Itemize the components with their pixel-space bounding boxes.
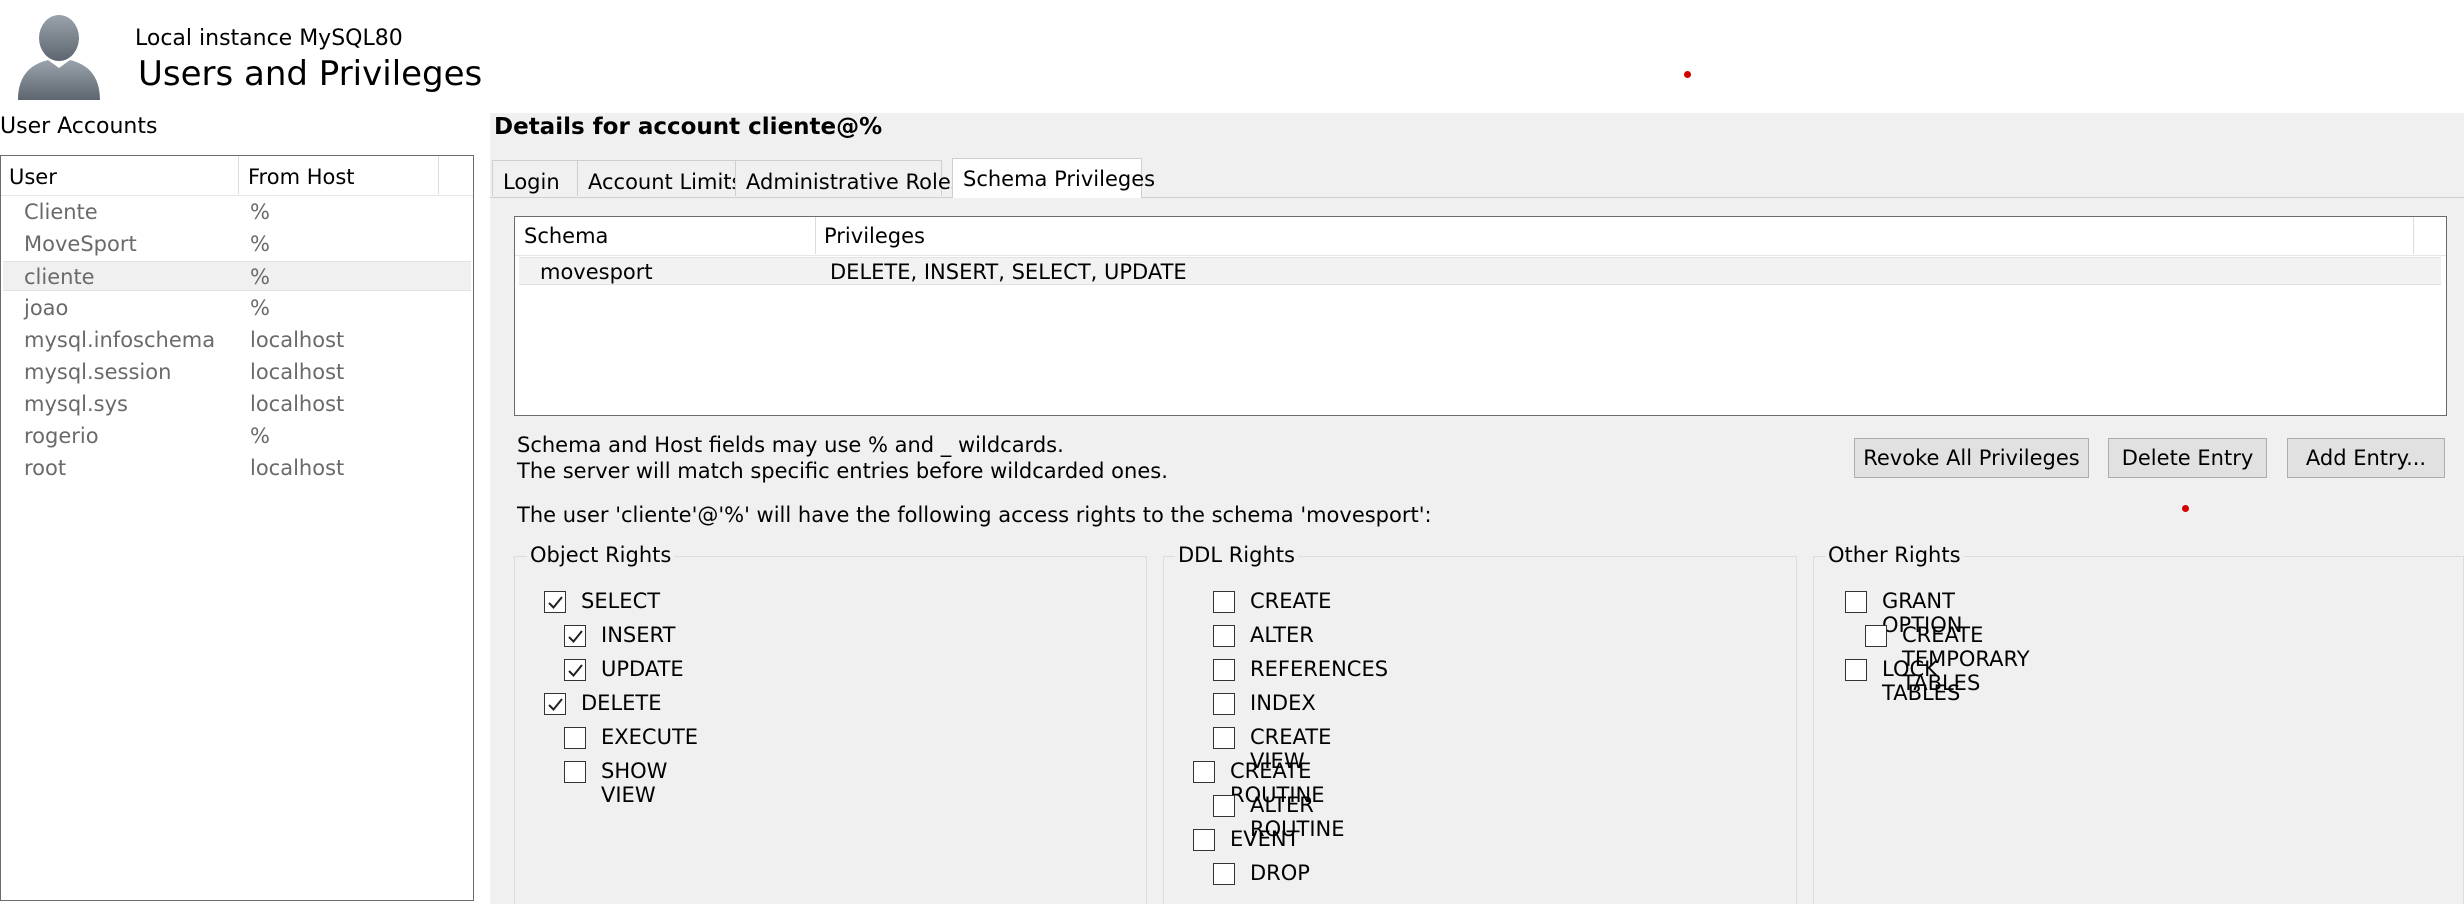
add-entry-button[interactable]: Add Entry... xyxy=(2287,438,2445,478)
user-name: Cliente xyxy=(24,200,98,224)
user-name: rogerio xyxy=(24,424,99,448)
user-accounts-list[interactable]: User From Host Cliente% MoveSport% cliente… xyxy=(0,155,474,901)
user-name: MoveSport xyxy=(24,232,137,256)
instance-name: Local instance MySQL80 xyxy=(135,26,403,51)
column-header-privileges[interactable]: Privileges xyxy=(824,224,925,248)
checkbox-label: UPDATE xyxy=(601,657,684,681)
user-list-header: User From Host xyxy=(1,156,473,196)
user-row[interactable]: root localhost xyxy=(3,453,471,483)
empty-checkbox-icon[interactable] xyxy=(564,727,586,749)
tab-schema-privileges[interactable]: Schema Privileges xyxy=(952,158,1155,198)
access-note: The user 'cliente'@'%' will have the fol… xyxy=(517,503,1432,527)
wildcard-hint: Schema and Host fields may use % and _ w… xyxy=(517,433,1064,457)
user-row[interactable]: mysql.sys localhost xyxy=(3,389,471,419)
checkbox-label: INSERT xyxy=(601,623,676,647)
empty-checkbox-icon[interactable] xyxy=(1193,761,1215,783)
user-row[interactable]: mysql.session localhost xyxy=(3,357,471,387)
matching-hint: The server will match specific entries b… xyxy=(517,459,1168,483)
user-row[interactable]: mysql.infoschema localhost xyxy=(3,325,471,355)
privileges-cell: DELETE, INSERT, SELECT, UPDATE xyxy=(830,260,1187,284)
empty-checkbox-icon[interactable] xyxy=(1213,693,1235,715)
user-row[interactable]: joao% xyxy=(3,293,471,323)
details-tabs: Login Account Limits Administrative Role… xyxy=(490,158,2464,198)
red-marker xyxy=(2182,505,2189,512)
empty-checkbox-icon[interactable] xyxy=(1213,625,1235,647)
schema-privileges-table[interactable]: Schema Privileges movesport DELETE, INSE… xyxy=(514,216,2447,416)
checkmark-icon[interactable] xyxy=(544,693,566,715)
user-host: % xyxy=(250,424,270,448)
ddl-rights-label: DDL Rights xyxy=(1175,543,1298,567)
empty-checkbox-icon[interactable] xyxy=(564,761,586,783)
schema-cell: movesport xyxy=(540,260,653,284)
user-accounts-label: User Accounts xyxy=(0,114,158,139)
column-header-from-host[interactable]: From Host xyxy=(248,165,355,189)
empty-checkbox-icon[interactable] xyxy=(1193,829,1215,851)
user-name: mysql.sys xyxy=(24,392,128,416)
empty-checkbox-icon[interactable] xyxy=(1845,591,1867,613)
user-row[interactable]: Cliente% xyxy=(3,197,471,227)
empty-checkbox-icon[interactable] xyxy=(1213,795,1235,817)
red-marker xyxy=(1684,71,1691,78)
schema-table-header: Schema Privileges xyxy=(515,217,2446,256)
user-host: % xyxy=(250,296,270,320)
empty-checkbox-icon[interactable] xyxy=(1213,727,1235,749)
checkbox-label: DROP xyxy=(1250,861,1310,885)
user-row[interactable]: cliente% xyxy=(3,261,471,291)
empty-checkbox-icon[interactable] xyxy=(1865,625,1887,647)
column-header-user[interactable]: User xyxy=(9,165,57,189)
object-rights-label: Object Rights xyxy=(527,543,675,567)
user-name: mysql.infoschema xyxy=(24,328,216,352)
user-name: cliente xyxy=(24,265,95,289)
details-title: Details for account cliente@% xyxy=(494,114,883,140)
empty-checkbox-icon[interactable] xyxy=(1845,659,1867,681)
empty-checkbox-icon[interactable] xyxy=(1213,659,1235,681)
user-host: % xyxy=(250,265,270,289)
user-host: % xyxy=(250,200,270,224)
user-name: root xyxy=(24,456,67,480)
revoke-all-privileges-button[interactable]: Revoke All Privileges xyxy=(1854,438,2089,478)
schema-row[interactable]: movesport DELETE, INSERT, SELECT, UPDATE xyxy=(519,257,2441,285)
checkbox-label: REFERENCES xyxy=(1250,657,1389,681)
checkmark-icon[interactable] xyxy=(564,625,586,647)
user-host: localhost xyxy=(250,360,345,384)
checkbox-label: DELETE xyxy=(581,691,662,715)
user-host: localhost xyxy=(250,328,345,352)
checkbox-label: ALTER xyxy=(1250,623,1314,647)
checkbox-label: EXECUTE xyxy=(601,725,699,749)
tab-account-limits[interactable]: Account Limits xyxy=(577,160,742,196)
user-row[interactable]: MoveSport% xyxy=(3,229,471,259)
column-header-schema[interactable]: Schema xyxy=(524,224,608,248)
checkbox-label: SELECT xyxy=(581,589,661,613)
checkbox-label: SHOW VIEW xyxy=(601,759,668,807)
checkmark-icon[interactable] xyxy=(564,659,586,681)
user-row[interactable]: rogerio% xyxy=(3,421,471,451)
checkbox-label: CREATE xyxy=(1250,589,1332,613)
delete-entry-button[interactable]: Delete Entry xyxy=(2108,438,2267,478)
empty-checkbox-icon[interactable] xyxy=(1213,863,1235,885)
checkbox-label: INDEX xyxy=(1250,691,1316,715)
user-avatar-icon xyxy=(14,12,104,100)
user-host: % xyxy=(250,232,270,256)
tab-login[interactable]: Login xyxy=(492,160,578,196)
tab-administrative-roles[interactable]: Administrative Roles xyxy=(735,160,962,196)
user-name: joao xyxy=(24,296,69,320)
empty-checkbox-icon[interactable] xyxy=(1213,591,1235,613)
user-host: localhost xyxy=(250,392,345,416)
user-host: localhost xyxy=(250,456,345,480)
checkbox-label: EVENT xyxy=(1230,827,1300,851)
checkmark-icon[interactable] xyxy=(544,591,566,613)
checkbox-label: LOCK TABLES xyxy=(1882,657,1961,705)
user-name: mysql.session xyxy=(24,360,172,384)
page-title: Users and Privileges xyxy=(138,54,483,94)
other-rights-label: Other Rights xyxy=(1825,543,1964,567)
